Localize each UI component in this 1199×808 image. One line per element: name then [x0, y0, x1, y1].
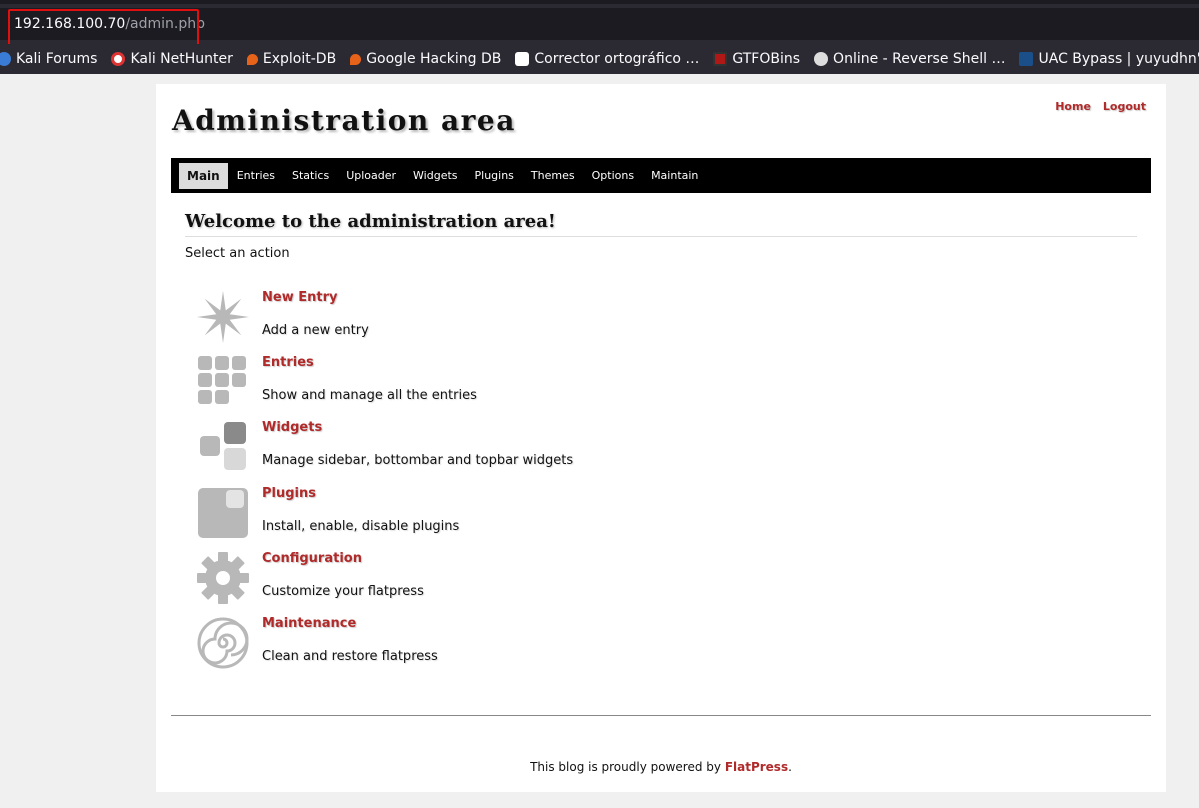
bookmark-reverse-shell[interactable]: Online - Reverse Shell … [814, 51, 1005, 67]
tab-uploader[interactable]: Uploader [338, 163, 404, 188]
bookmark-gtfobins[interactable]: GTFOBins [713, 51, 800, 67]
plugins-desc: Install, enable, disable plugins [262, 519, 460, 534]
action-new-entry: New Entry Add a new entry [196, 290, 896, 350]
page-container: Administration area Home Logout Main Entr… [156, 84, 1166, 792]
site-title: Administration area [172, 104, 516, 137]
nethunter-icon [111, 52, 126, 66]
tab-plugins[interactable]: Plugins [467, 163, 522, 188]
maintenance-link[interactable]: Maintenance [262, 616, 356, 631]
widgets-desc: Manage sidebar, bottombar and topbar wid… [262, 453, 574, 468]
entries-desc: Show and manage all the entries [262, 388, 477, 403]
action-widgets: Widgets Manage sidebar, bottombar and to… [196, 420, 896, 480]
widgets-icon[interactable] [196, 420, 250, 474]
action-maintenance: Maintenance Clean and restore flatpress [196, 616, 896, 676]
configuration-link[interactable]: Configuration [262, 551, 362, 566]
flatpress-link[interactable]: FlatPress [725, 760, 788, 774]
new-entry-desc: Add a new entry [262, 323, 369, 338]
new-entry-link[interactable]: New Entry [262, 290, 337, 305]
entries-link[interactable]: Entries [262, 355, 314, 370]
action-plugins: Plugins Install, enable, disable plugins [196, 486, 896, 546]
tab-main[interactable]: Main [179, 162, 228, 189]
page-heading: Welcome to the administration area! [185, 211, 1137, 237]
spiral-icon[interactable] [196, 616, 250, 670]
tab-options[interactable]: Options [584, 163, 642, 188]
action-configuration: Configuration Customize your flatpress [196, 551, 896, 611]
bookmark-kali-nethunter[interactable]: Kali NetHunter [111, 51, 233, 67]
page-subtitle: Select an action [185, 246, 290, 261]
footer: This blog is proudly powered by FlatPres… [156, 760, 1166, 774]
tab-widgets[interactable]: Widgets [405, 163, 465, 188]
gear-icon[interactable] [196, 551, 250, 605]
top-links: Home Logout [1043, 100, 1146, 113]
uac-icon [1019, 52, 1034, 66]
plugin-icon[interactable] [196, 486, 250, 540]
browser-toolbar: 192.168.100.70/admin.php [0, 0, 1199, 46]
kali-dragon-icon [0, 52, 11, 66]
tab-themes[interactable]: Themes [523, 163, 583, 188]
gtfobins-icon [713, 52, 728, 66]
bookmark-kali-forums[interactable]: Kali Forums [0, 51, 97, 67]
maintenance-desc: Clean and restore flatpress [262, 649, 438, 664]
ghdb-icon [350, 53, 362, 65]
grid-icon[interactable] [196, 355, 250, 409]
logout-link[interactable]: Logout [1103, 100, 1146, 113]
tab-maintain[interactable]: Maintain [643, 163, 706, 188]
footer-text: This blog is proudly powered by [530, 760, 725, 774]
plugins-link[interactable]: Plugins [262, 486, 316, 501]
widgets-link[interactable]: Widgets [262, 420, 322, 435]
url-highlight-box [8, 9, 199, 46]
languagetool-icon [515, 52, 530, 66]
bookmark-uac-bypass[interactable]: UAC Bypass | yuyudhn'… [1019, 51, 1199, 67]
configuration-desc: Customize your flatpress [262, 584, 424, 599]
bookmark-exploit-db[interactable]: Exploit-DB [246, 51, 336, 67]
exploitdb-icon [246, 53, 258, 65]
star-burst-icon[interactable] [196, 290, 250, 344]
admin-nav: Main Entries Statics Uploader Widgets Pl… [171, 158, 1151, 193]
bookmark-google-hacking-db[interactable]: Google Hacking DB [350, 51, 501, 67]
action-entries: Entries Show and manage all the entries [196, 355, 896, 415]
skull-icon [814, 52, 829, 66]
bookmarks-bar: Kali Forums Kali NetHunter Exploit-DB Go… [0, 44, 1199, 74]
tab-entries[interactable]: Entries [229, 163, 283, 188]
footer-divider [171, 715, 1151, 716]
home-link[interactable]: Home [1055, 100, 1091, 113]
bookmark-corrector-ortografico[interactable]: Corrector ortográfico … [515, 51, 699, 67]
tab-statics[interactable]: Statics [284, 163, 337, 188]
footer-suffix: . [788, 760, 792, 774]
